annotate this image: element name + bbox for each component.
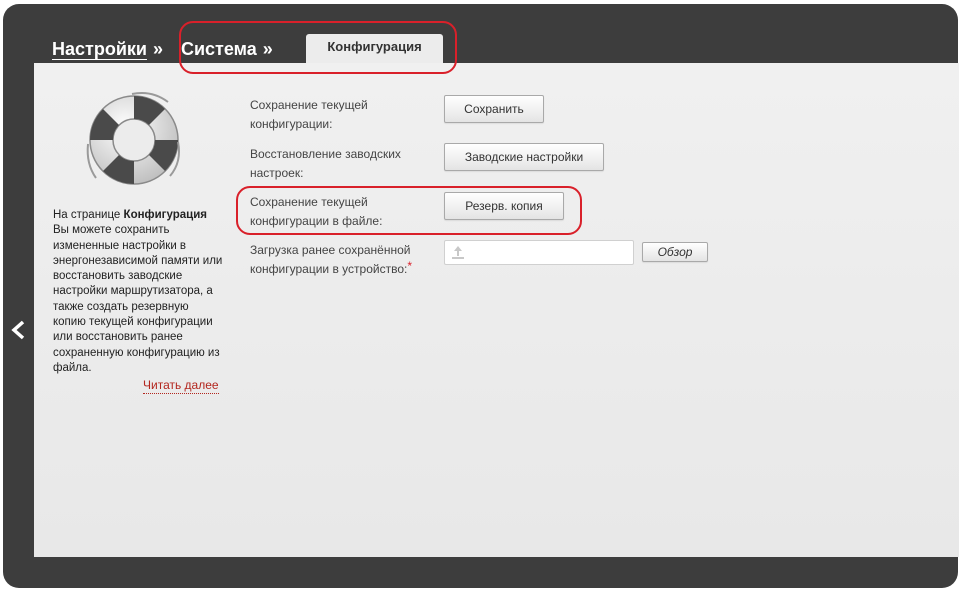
upload-config-label: Загрузка ранее сохранённой конфигурации … [250, 241, 435, 279]
tab-configuration[interactable]: Конфигурация [306, 34, 443, 66]
upload-config-label-text: Загрузка ранее сохранённой конфигурации … [250, 243, 411, 276]
description-lead: На странице [53, 209, 121, 221]
required-mark: * [407, 259, 413, 273]
description-body: Вы можете сохранить измененные настройки… [53, 224, 223, 374]
breadcrumb-separator: » [262, 38, 273, 59]
read-more-link[interactable]: Читать далее [143, 378, 219, 394]
breadcrumb-system[interactable]: Система [181, 39, 257, 60]
breadcrumb-separator: » [152, 38, 163, 59]
factory-reset-label: Восстановление заводских настроек: [250, 147, 401, 180]
lifebuoy-icon [82, 88, 186, 192]
config-file-input[interactable] [444, 240, 634, 265]
description-page-name: Конфигурация [123, 209, 207, 221]
save-config-label: Сохранение текущей конфигурации: [250, 98, 368, 131]
browse-button[interactable]: Обзор [642, 242, 708, 262]
backup-config-label: Сохранение текущей конфигурации в файле: [250, 195, 383, 228]
back-arrow-icon[interactable] [9, 318, 27, 342]
backup-button[interactable]: Резерв. копия [444, 192, 564, 220]
breadcrumb: Настройки » Система » [52, 36, 273, 62]
breadcrumb-settings[interactable]: Настройки [52, 39, 147, 60]
page-description: На странице Конфигурация Вы можете сохра… [53, 208, 223, 376]
save-button[interactable]: Сохранить [444, 95, 544, 123]
upload-icon [451, 244, 465, 260]
factory-reset-button[interactable]: Заводские настройки [444, 143, 604, 171]
